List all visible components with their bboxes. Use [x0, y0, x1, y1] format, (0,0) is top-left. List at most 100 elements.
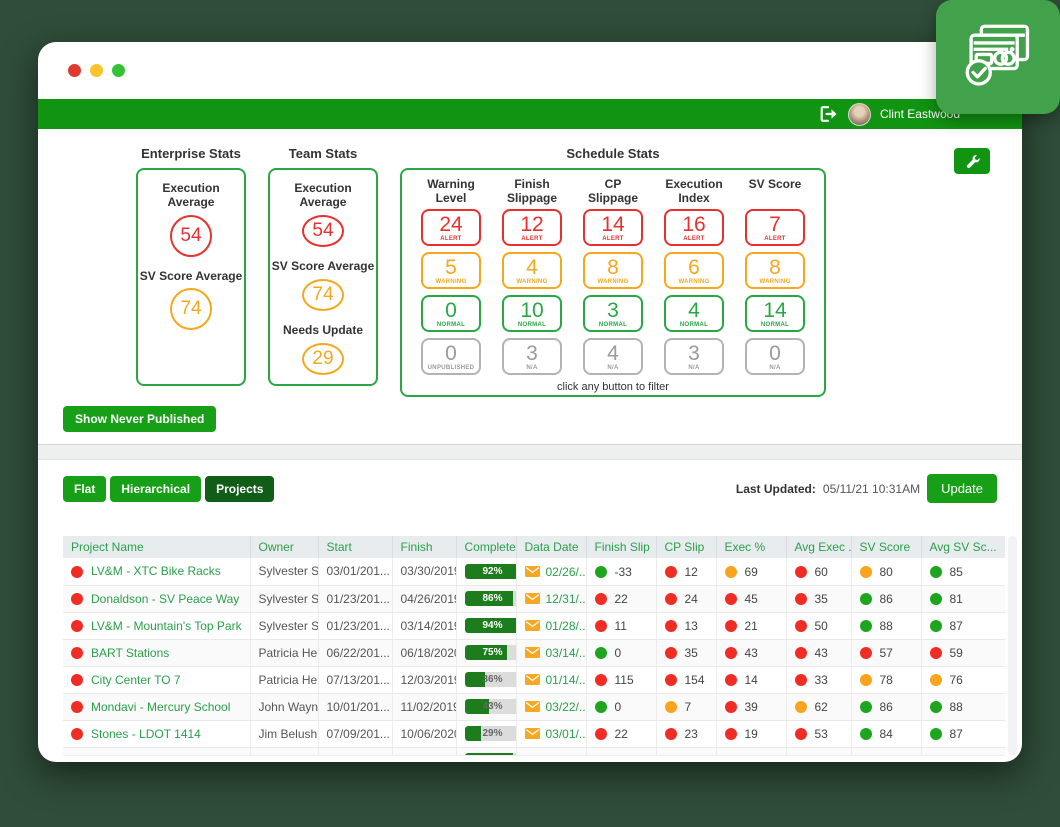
schedule-filter-button[interactable]: 0N/A [745, 338, 805, 375]
complete-cell: 94% [456, 612, 516, 639]
avg-sv-score-cell: 87 [921, 720, 1005, 747]
metric-value: 88 [950, 700, 963, 714]
schedule-filter-button[interactable]: 8WARNING [745, 252, 805, 289]
finish-cell: 12/03/2019 [392, 666, 456, 693]
schedule-filter-button[interactable]: 10NORMAL [502, 295, 562, 332]
maximize-window-icon[interactable] [112, 64, 125, 77]
column-header[interactable]: SV Score [851, 536, 921, 558]
logout-button[interactable] [820, 106, 839, 122]
complete-cell: 43% [456, 693, 516, 720]
data-date-cell: 02/26/... [516, 558, 586, 585]
schedule-filter-button[interactable]: 3N/A [664, 338, 724, 375]
schedule-stats-group: Schedule Stats Warning Level24ALERT5WARN… [400, 146, 826, 397]
report-check-icon [957, 18, 1039, 96]
schedule-cell-status: NORMAL [761, 322, 789, 328]
table-row[interactable]: BART StationsPatricia He...06/22/201...0… [63, 639, 1005, 666]
schedule-filter-button[interactable]: 0UNPUBLISHED [421, 338, 481, 375]
exec-percent-cell: 14 [716, 666, 786, 693]
project-name-link[interactable]: City Center TO 7 [91, 673, 181, 687]
project-name-link[interactable]: Mondavi - Mercury School [91, 700, 230, 714]
project-name-link[interactable]: Agraff - Highway Services [91, 754, 229, 757]
schedule-column-label: CP Slippage [580, 178, 646, 209]
tab-projects[interactable]: Projects [205, 476, 274, 502]
status-dot-icon [930, 593, 942, 605]
schedule-filter-button[interactable]: 24ALERT [421, 209, 481, 246]
schedule-cell-status: WARNING [435, 279, 466, 285]
schedule-column: Warning Level24ALERT5WARNING0NORMAL0UNPU… [418, 178, 484, 381]
table-row[interactable]: Agraff - Highway ServicesJim Belushi10/1… [63, 747, 1005, 756]
project-status-icon [71, 674, 83, 686]
progress-label: 36% [465, 672, 517, 687]
metric-value: 0 [615, 646, 622, 660]
close-window-icon[interactable] [68, 64, 81, 77]
status-dot-icon [860, 674, 872, 686]
finish-slip-cell: 0 [586, 639, 656, 666]
column-header[interactable]: Exec % [716, 536, 786, 558]
table-row[interactable]: LV&M - Mountain's Top ParkSylvester S...… [63, 612, 1005, 639]
settings-button[interactable] [954, 148, 990, 174]
schedule-columns: Warning Level24ALERT5WARNING0NORMAL0UNPU… [412, 178, 814, 381]
update-button[interactable]: Update [927, 474, 997, 503]
status-dot-icon [930, 674, 942, 686]
schedule-filter-button[interactable]: 12ALERT [502, 209, 562, 246]
status-dot-icon [795, 593, 807, 605]
column-header[interactable]: Avg SV Sc... [921, 536, 1005, 558]
schedule-cell-status: WARNING [516, 279, 547, 285]
schedule-filter-button[interactable]: 5WARNING [421, 252, 481, 289]
column-header[interactable]: CP Slip [656, 536, 716, 558]
tab-flat[interactable]: Flat [63, 476, 106, 502]
data-date-value: 02/01/... [546, 754, 587, 756]
column-header[interactable]: Finish [392, 536, 456, 558]
minimize-window-icon[interactable] [90, 64, 103, 77]
table-scrollbar[interactable] [1008, 536, 1017, 756]
schedule-filter-button[interactable]: 3N/A [502, 338, 562, 375]
envelope-icon [525, 755, 540, 756]
avg-exec-cell: 62 [786, 693, 851, 720]
schedule-filter-button[interactable]: 4N/A [583, 338, 643, 375]
schedule-filter-button[interactable]: 8WARNING [583, 252, 643, 289]
schedule-filter-button[interactable]: 0NORMAL [421, 295, 481, 332]
status-dot-icon [725, 620, 737, 632]
table-row[interactable]: City Center TO 7Patricia He...07/13/201.… [63, 666, 1005, 693]
schedule-filter-button[interactable]: 6WARNING [664, 252, 724, 289]
envelope-icon [525, 647, 540, 658]
schedule-cell-value: 24 [439, 214, 462, 235]
schedule-filter-button[interactable]: 14ALERT [583, 209, 643, 246]
schedule-filter-button[interactable]: 7ALERT [745, 209, 805, 246]
finish-cell: 04/26/2019 [392, 585, 456, 612]
schedule-filter-button[interactable]: 4WARNING [502, 252, 562, 289]
project-status-icon [71, 566, 83, 578]
column-header[interactable]: Owner [250, 536, 318, 558]
start-cell: 07/09/201... [318, 720, 392, 747]
column-header[interactable]: Finish Slip [586, 536, 656, 558]
project-name-link[interactable]: LV&M - XTC Bike Racks [91, 564, 221, 578]
tab-hierarchical[interactable]: Hierarchical [110, 476, 201, 502]
project-name-link[interactable]: Stones - LDOT 1414 [91, 727, 201, 741]
column-header[interactable]: Complete [456, 536, 516, 558]
metric-value: 43 [745, 646, 758, 660]
schedule-filter-button[interactable]: 16ALERT [664, 209, 724, 246]
table-row[interactable]: Donaldson - SV Peace WaySylvester S...01… [63, 585, 1005, 612]
column-header[interactable]: Start [318, 536, 392, 558]
table-row[interactable]: LV&M - XTC Bike RacksSylvester S...03/01… [63, 558, 1005, 585]
finish-cell: 05/17/2019 [392, 747, 456, 756]
table-row[interactable]: Mondavi - Mercury SchoolJohn Wayn...10/0… [63, 693, 1005, 720]
project-name-link[interactable]: BART Stations [91, 646, 169, 660]
table-row[interactable]: Stones - LDOT 1414Jim Belushi07/09/201..… [63, 720, 1005, 747]
sv-score-cell: 84 [851, 720, 921, 747]
schedule-filter-button[interactable]: 4NORMAL [664, 295, 724, 332]
schedule-filter-button[interactable]: 3NORMAL [583, 295, 643, 332]
show-never-published-button[interactable]: Show Never Published [63, 406, 216, 432]
schedule-filter-button[interactable]: 14NORMAL [745, 295, 805, 332]
project-name-link[interactable]: LV&M - Mountain's Top Park [91, 619, 242, 633]
finish-slip-cell: 115 [586, 666, 656, 693]
avg-exec-cell: 35 [786, 585, 851, 612]
status-dot-icon [930, 755, 942, 756]
column-header[interactable]: Project Name [63, 536, 250, 558]
column-header[interactable]: Avg Exec ... [786, 536, 851, 558]
project-name-link[interactable]: Donaldson - SV Peace Way [91, 592, 239, 606]
user-avatar[interactable] [848, 103, 871, 126]
metric-value: 59 [950, 646, 963, 660]
metric-label: Needs Update [283, 324, 363, 338]
column-header[interactable]: Data Date [516, 536, 586, 558]
